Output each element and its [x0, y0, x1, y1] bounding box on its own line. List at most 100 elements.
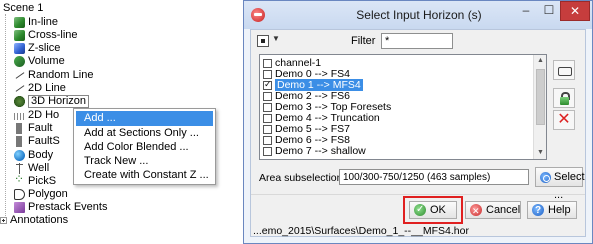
app-icon	[251, 8, 265, 22]
help-button[interactable]: Help	[527, 201, 577, 219]
tree-item-label: Body	[28, 149, 54, 161]
tree-item-inline[interactable]: In-line	[14, 16, 58, 29]
item-checkbox[interactable]	[263, 92, 272, 101]
item-checkbox[interactable]	[263, 70, 272, 79]
menu-item-add-at-sections-only[interactable]: Add at Sections Only ...	[76, 126, 213, 141]
select-button[interactable]: Select ...	[535, 167, 585, 201]
filter-row: ▼ Filter	[251, 30, 585, 52]
body-icon	[14, 150, 25, 161]
tree-item-label: Polygon	[28, 188, 68, 200]
item-checkbox[interactable]	[263, 147, 272, 156]
tree-item-zslice[interactable]: Z-slice	[14, 42, 60, 55]
tree-item-label: 2D Line	[28, 82, 66, 94]
tree-item-label: Random Line	[28, 69, 94, 81]
tree-item-label: Scene 1	[3, 2, 44, 14]
tree-item-volume[interactable]: Volume	[14, 55, 65, 68]
inline-cube-icon	[14, 17, 25, 28]
pickset-icon	[14, 173, 25, 187]
filter-label: Filter	[351, 35, 376, 47]
tree-item-scene[interactable]: Scene 1	[3, 2, 43, 15]
tree-item-label: FaultS	[28, 135, 60, 147]
ok-button-label: OK	[430, 204, 446, 216]
volume-icon	[14, 56, 25, 67]
menu-item-create-constant-z[interactable]: Create with Constant Z ...	[76, 168, 213, 183]
tree-item-label: Prestack Events	[28, 201, 108, 213]
scroll-thumb[interactable]	[536, 69, 545, 125]
prestack-icon	[14, 202, 25, 213]
select-input-horizon-dialog: Select Input Horizon (s) – ☐ ✕ ▼ Filter …	[243, 0, 593, 244]
tree-connector	[5, 14, 6, 216]
tree-item-label: Cross-line	[28, 29, 78, 41]
list-item[interactable]: Demo 7 --> shallow	[260, 146, 532, 157]
dialog-body: ▼ Filter channel-1 Demo 0 --> FS4 Demo 1…	[250, 29, 586, 237]
filter-input[interactable]	[381, 33, 453, 49]
dialog-title: Select Input Horizon (s)	[356, 8, 482, 22]
tree-item-fault[interactable]: Fault	[14, 122, 52, 135]
tree-item-prestack-events[interactable]: Prestack Events	[14, 201, 107, 214]
maximize-button[interactable]: ☐	[538, 1, 560, 21]
horizon-list: channel-1 Demo 0 --> FS4 Demo 1 --> MFS4…	[259, 54, 547, 160]
tree-item-faultstick[interactable]: FaultS	[14, 135, 60, 148]
area-subselection-label: Area subselection	[259, 172, 343, 184]
fault-stick-icon	[16, 136, 22, 147]
scene-tree: Scene 1 In-line Cross-line Z-slice Volum…	[0, 0, 232, 244]
tree-item-label: Annotations	[10, 214, 69, 226]
item-checkbox[interactable]	[263, 114, 272, 123]
tree-item-label: In-line	[28, 16, 58, 28]
tree-item-3d-horizon[interactable]: 3D Horizon	[14, 95, 90, 108]
menu-item-add[interactable]: Add ...	[76, 111, 213, 126]
select-button-label: Select ...	[554, 171, 585, 201]
rectangle-tool-icon[interactable]	[553, 60, 575, 80]
3d-horizon-icon	[14, 96, 25, 107]
tree-item-2d-line[interactable]: 2D Line	[14, 82, 66, 95]
menu-item-add-color-blended[interactable]: Add Color Blended ...	[76, 140, 213, 155]
2d-horizon-icon	[14, 113, 25, 120]
checkmark-icon	[414, 202, 426, 218]
tree-item-label: Fault	[28, 122, 53, 134]
tree-item-label: 3D Horizon	[28, 95, 90, 108]
tree-item-annotations[interactable]: Annotations	[0, 214, 68, 227]
item-checkbox[interactable]	[263, 59, 272, 68]
lock-icon[interactable]	[553, 88, 575, 108]
tree-item-label: PickS	[28, 175, 57, 187]
cancel-button-label: Cancel	[486, 204, 521, 216]
cancel-button[interactable]: Cancel	[465, 201, 521, 219]
item-checkbox-checked[interactable]	[263, 79, 272, 90]
tree-item-label: Well	[28, 162, 50, 174]
item-checkbox[interactable]	[263, 125, 272, 134]
tree-item-crossline[interactable]: Cross-line	[14, 29, 78, 42]
tree-item-label: 2D Ho	[28, 109, 60, 121]
expand-icon[interactable]	[0, 217, 7, 224]
tree-item-polygon[interactable]: Polygon	[14, 188, 68, 201]
tree-item-label: Volume	[28, 55, 65, 67]
help-button-label: Help	[548, 204, 571, 216]
tree-item-label: Z-slice	[28, 42, 61, 54]
help-icon	[532, 203, 544, 219]
polygon-icon	[14, 189, 25, 200]
scroll-down-icon[interactable]: ▼	[534, 147, 546, 159]
chevron-down-icon[interactable]: ▼	[272, 34, 280, 43]
status-path: ...emo_2015\Surfaces\Demo_1_--__MFS4.hor	[253, 225, 469, 237]
menu-item-track-new[interactable]: Track New ...	[76, 154, 213, 169]
context-menu: Add ... Add at Sections Only ... Add Col…	[73, 108, 216, 185]
crossline-cube-icon	[14, 30, 25, 41]
tree-item-pickset[interactable]: PickS	[14, 173, 57, 188]
list-scrollbar[interactable]: ▲ ▼	[533, 55, 546, 159]
select-icon	[540, 172, 551, 183]
scroll-up-icon[interactable]: ▲	[534, 55, 546, 67]
tree-item-2d-horizon[interactable]: 2D Ho	[14, 109, 59, 122]
select-all-checkbox[interactable]	[257, 35, 269, 47]
2d-line-icon	[14, 83, 25, 94]
close-button[interactable]: ✕	[560, 1, 590, 21]
tree-item-random-line[interactable]: Random Line	[14, 69, 93, 82]
minimize-button[interactable]: –	[514, 1, 538, 21]
item-checkbox[interactable]	[263, 136, 272, 145]
remove-icon[interactable]: ✕	[553, 110, 575, 130]
zslice-cube-icon	[14, 43, 25, 54]
tree-item-body[interactable]: Body	[14, 149, 53, 162]
item-checkbox[interactable]	[263, 103, 272, 112]
ok-button[interactable]: OK	[409, 201, 457, 219]
list-item-label: Demo 7 --> shallow	[275, 145, 366, 157]
title-bar[interactable]: Select Input Horizon (s) – ☐ ✕	[244, 1, 592, 29]
area-subselection-field[interactable]	[339, 169, 529, 185]
